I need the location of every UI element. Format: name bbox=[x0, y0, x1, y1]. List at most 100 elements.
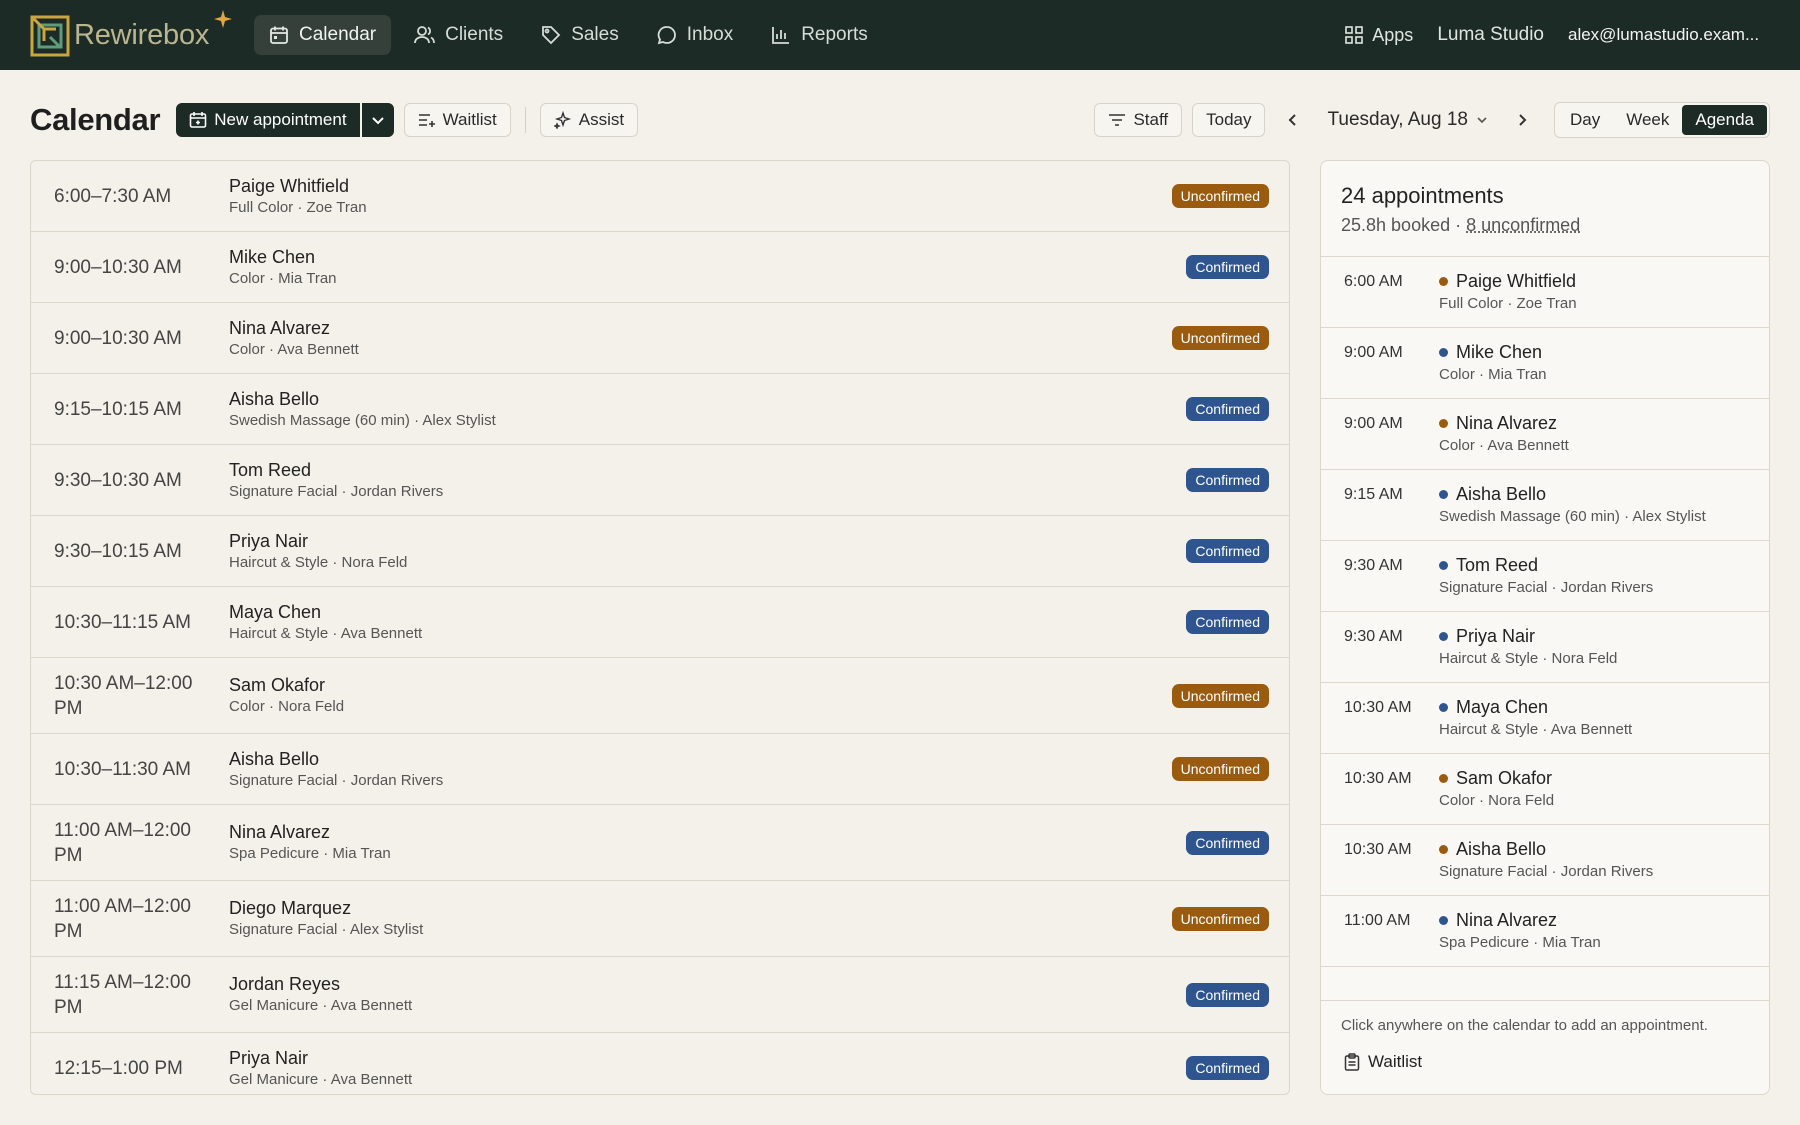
calendar-icon bbox=[270, 26, 288, 44]
new-appointment-button[interactable]: New appointment bbox=[176, 103, 360, 137]
summary-row[interactable]: 10:30 AM Aisha Bello Signature Facial · Jo… bbox=[1321, 825, 1769, 896]
nav-sales-label: Sales bbox=[571, 24, 619, 45]
summary-row[interactable]: 9:30 AM Priya Nair Haircut & Style · Nora … bbox=[1321, 612, 1769, 683]
chevron-down-icon bbox=[1477, 117, 1487, 124]
summary-client: Sam Okafor bbox=[1439, 768, 1552, 789]
appointment-info: Sam Okafor Color · Nora Feld bbox=[229, 674, 344, 717]
status-badge: Confirmed bbox=[1186, 1056, 1269, 1080]
appointment-row[interactable]: 10:30–11:15 AM Maya Chen Haircut & Style ·… bbox=[31, 587, 1289, 658]
service-detail: Haircut & Style · Nora Feld bbox=[229, 553, 408, 571]
summary-detail: Haircut & Style · Ava Bennett bbox=[1439, 721, 1633, 738]
view-switcher: Day Week Agenda bbox=[1553, 102, 1770, 138]
summary-row[interactable]: 6:00 AM Paige Whitfield Full Color · Zoe T… bbox=[1321, 257, 1769, 328]
service-detail: Gel Manicure · Ava Bennett bbox=[229, 997, 413, 1014]
appointment-info: Nina Alvarez Spa Pedicure · Mia Tran bbox=[229, 821, 391, 864]
appointment-info: Aisha Bello Signature Facial · Jordan Riv… bbox=[229, 748, 443, 791]
view-agenda[interactable]: Agenda bbox=[1682, 105, 1767, 135]
nav-clients[interactable]: Clients bbox=[399, 15, 518, 55]
assist-label: Assist bbox=[578, 110, 625, 129]
staff-filter-button[interactable]: Staff bbox=[1094, 103, 1183, 137]
appointment-info: Maya Chen Haircut & Style · Ava Bennett bbox=[229, 601, 422, 644]
appointment-info: Mike Chen Color · Mia Tran bbox=[229, 246, 337, 289]
nav-reports[interactable]: Reports bbox=[756, 15, 883, 55]
new-appointment-dropdown[interactable] bbox=[361, 103, 394, 137]
tag-icon bbox=[542, 26, 561, 45]
nav-inbox[interactable]: Inbox bbox=[642, 15, 748, 55]
next-day-button[interactable] bbox=[1510, 103, 1534, 137]
summary-time: 10:30 AM bbox=[1344, 699, 1412, 716]
view-week[interactable]: Week bbox=[1613, 105, 1682, 135]
appointment-row[interactable]: 9:30–10:15 AM Priya Nair Haircut & Style ·… bbox=[31, 516, 1289, 587]
studio-switcher[interactable]: Luma Studio bbox=[1437, 24, 1544, 46]
summary-row[interactable]: 11:00 AM Nina Alvarez Spa Pedicure · Mia T… bbox=[1321, 896, 1769, 967]
client-name: Nina Alvarez bbox=[229, 822, 331, 842]
apps-button[interactable]: Apps bbox=[1345, 25, 1413, 46]
summary-row[interactable]: 10:30 AM Maya Chen Haircut & Style · Ava B… bbox=[1321, 683, 1769, 754]
appointment-row[interactable]: 9:15–10:15 AM Aisha Bello Swedish Massage … bbox=[31, 374, 1289, 445]
appointment-row[interactable]: 9:00–10:30 AM Mike Chen Color · Mia Tran Co… bbox=[31, 232, 1289, 303]
unconfirmed-link[interactable]: 8 unconfirmed bbox=[1466, 215, 1580, 235]
waitlist-button[interactable]: Waitlist bbox=[403, 103, 511, 137]
nav-calendar[interactable]: Calendar bbox=[254, 15, 392, 55]
appointment-info: Tom Reed Signature Facial · Jordan Rivers bbox=[229, 459, 443, 502]
appointment-row[interactable]: 9:00–10:30 AM Nina Alvarez Color · Ava Ben… bbox=[31, 303, 1289, 374]
summary-header: 24 appointments 25.8h booked · 8 unconfi… bbox=[1321, 161, 1769, 257]
summary-row[interactable]: 9:15 AM Aisha Bello Swedish Massage (60 mi… bbox=[1321, 470, 1769, 541]
toolbar-divider bbox=[524, 107, 526, 133]
status-dot bbox=[1439, 845, 1448, 854]
appointment-time: 10:30–11:30 AM bbox=[54, 758, 191, 780]
summary-row[interactable]: 10:30 AM Sam Okafor Color · Nora Feld bbox=[1321, 754, 1769, 825]
assist-button[interactable]: Assist bbox=[539, 103, 639, 137]
footer-waitlist-label: Waitlist bbox=[1368, 1052, 1423, 1071]
summary-footer: Click anywhere on the calendar to add an… bbox=[1321, 1000, 1769, 1094]
appointment-row[interactable]: 11:15 AM–12:00 PM Jordan Reyes Gel Manicur… bbox=[31, 957, 1289, 1033]
appointment-row[interactable]: 10:30 AM–12:00 PM Sam Okafor Color · Nora … bbox=[31, 658, 1289, 734]
appointment-row[interactable]: 11:00 AM–12:00 PM Nina Alvarez Spa Pedicur… bbox=[31, 805, 1289, 881]
appointment-row[interactable]: 11:00 AM–12:00 PM Diego Marquez Signature … bbox=[31, 881, 1289, 957]
appointment-row[interactable]: 9:30–10:30 AM Tom Reed Signature Facial · … bbox=[31, 445, 1289, 516]
brand[interactable]: Rewirebox bbox=[30, 10, 254, 58]
service-detail: Color · Nora Feld bbox=[229, 698, 345, 715]
summary-detail: Swedish Massage (60 min) · Alex Stylist bbox=[1439, 508, 1706, 525]
previous-day-button[interactable] bbox=[1281, 103, 1305, 137]
appointment-row[interactable]: 12:15–1:00 PM Priya Nair Gel Manicure · Av… bbox=[31, 1033, 1289, 1094]
appointment-info: Paige Whitfield Full Color · Zoe Tran bbox=[229, 175, 367, 218]
appointment-time: 12:15–1:00 PM bbox=[54, 1057, 183, 1079]
nav-inbox-label: Inbox bbox=[686, 24, 734, 45]
status-dot bbox=[1439, 632, 1448, 641]
appointment-row[interactable]: 10:30–11:30 AM Aisha Bello Signature Facia… bbox=[31, 734, 1289, 805]
summary-time: 9:15 AM bbox=[1344, 486, 1403, 503]
current-date: Tuesday, Aug 18 bbox=[1327, 109, 1468, 130]
appointment-time: 9:00–10:30 AM bbox=[54, 256, 182, 278]
user-menu[interactable]: alex@lumastudio.exam... bbox=[1568, 25, 1762, 45]
summary-row[interactable]: 9:00 AM Nina Alvarez Color · Ava Bennett bbox=[1321, 399, 1769, 470]
summary-client: Maya Chen bbox=[1439, 697, 1548, 718]
sparkle-icon bbox=[214, 10, 232, 28]
today-button[interactable]: Today bbox=[1192, 103, 1266, 137]
status-badge: Confirmed bbox=[1186, 982, 1269, 1007]
appointment-time: 6:00–7:30 AM bbox=[54, 185, 172, 207]
status-badge: Unconfirmed bbox=[1171, 683, 1269, 708]
summary-client: Priya Nair bbox=[1439, 626, 1535, 647]
chevron-left-icon bbox=[1289, 114, 1297, 126]
appointment-row[interactable]: 6:00–7:30 AM Paige Whitfield Full Color · … bbox=[31, 161, 1289, 232]
status-badge: Unconfirmed bbox=[1171, 757, 1269, 781]
client-name: Sam Okafor bbox=[229, 675, 326, 695]
top-nav: Rewirebox Calendar Clients Sales Inbox R… bbox=[0, 0, 1800, 70]
footer-waitlist-link[interactable]: Waitlist bbox=[1344, 1052, 1749, 1072]
client-name: Aisha Bello bbox=[229, 388, 320, 409]
apps-grid-icon bbox=[1345, 26, 1364, 44]
summary-client: Paige Whitfield bbox=[1439, 271, 1576, 292]
appointment-time: 9:30–10:30 AM bbox=[54, 469, 182, 491]
nav-reports-label: Reports bbox=[801, 24, 868, 45]
summary-row[interactable]: 9:30 AM Tom Reed Signature Facial · Jordan… bbox=[1321, 541, 1769, 612]
summary-row[interactable]: 9:00 AM Mike Chen Color · Mia Tran bbox=[1321, 328, 1769, 399]
nav-clients-label: Clients bbox=[445, 24, 504, 45]
service-detail: Signature Facial · Jordan Rivers bbox=[229, 482, 444, 500]
view-day[interactable]: Day bbox=[1557, 105, 1613, 135]
day-summary-panel: 24 appointments 25.8h booked · 8 unconfi… bbox=[1320, 160, 1770, 1095]
nav-sales[interactable]: Sales bbox=[526, 15, 634, 55]
date-picker[interactable]: Tuesday, Aug 18 bbox=[1327, 109, 1488, 131]
status-dot bbox=[1439, 561, 1448, 570]
summary-client: Tom Reed bbox=[1439, 555, 1538, 576]
